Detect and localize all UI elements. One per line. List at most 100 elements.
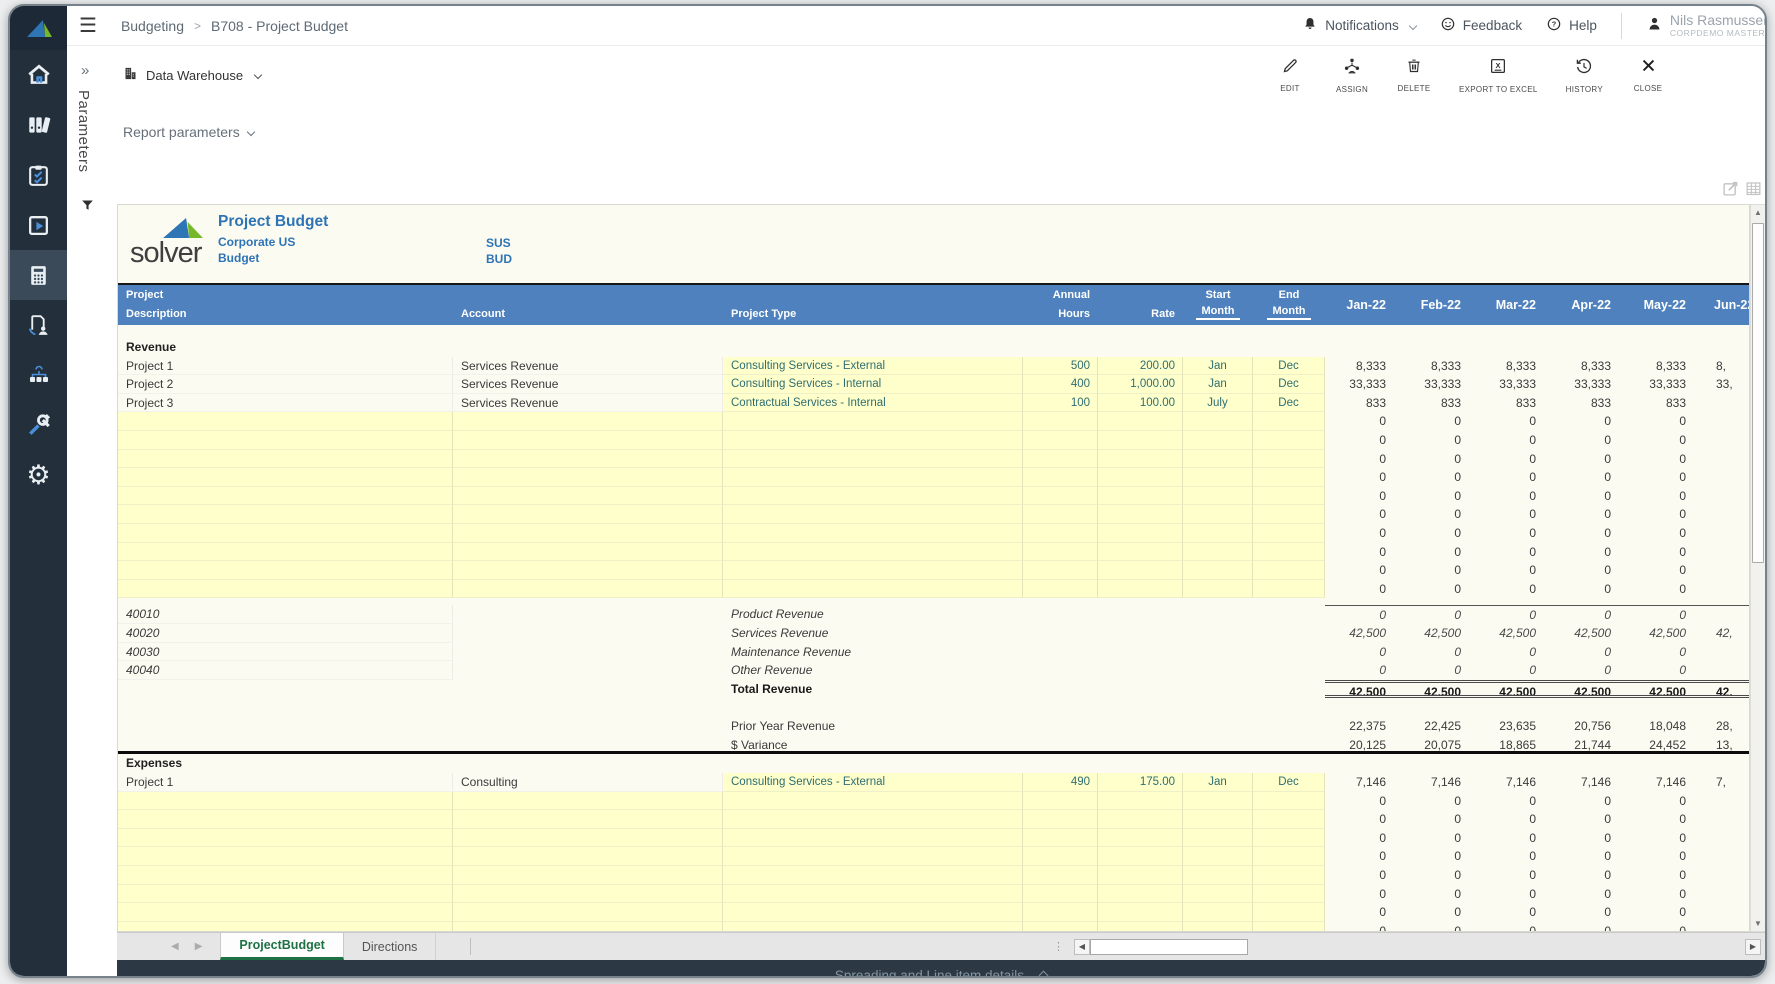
cell-account[interactable] (453, 903, 723, 922)
cell-end-month[interactable] (1253, 505, 1325, 524)
cell-annual-hours[interactable] (1023, 829, 1098, 848)
cell-account[interactable] (453, 431, 723, 450)
cell-rate[interactable]: 1,000.00 (1098, 375, 1183, 394)
cell-start-month[interactable] (1183, 412, 1253, 431)
cell-rate[interactable] (1098, 792, 1183, 811)
cell-rate[interactable] (1098, 487, 1183, 506)
filter-icon[interactable] (80, 198, 95, 218)
cell-end-month[interactable] (1253, 829, 1325, 848)
cell-project-type[interactable]: Consulting Services - External (723, 357, 1023, 376)
cell-account[interactable] (453, 468, 723, 487)
cell-rate[interactable]: 175.00 (1098, 773, 1183, 792)
cell-start-month[interactable] (1183, 468, 1253, 487)
cell-annual-hours[interactable] (1023, 468, 1098, 487)
cell-description[interactable] (118, 561, 453, 580)
cell-start-month[interactable] (1183, 431, 1253, 450)
sidebar-item-settings[interactable]: ⚙ (10, 450, 67, 500)
cell-description[interactable] (118, 487, 453, 506)
cell-project-type[interactable] (723, 543, 1023, 562)
cell-end-month[interactable] (1253, 487, 1325, 506)
edit-button[interactable]: EDIT (1273, 57, 1307, 93)
cell-account[interactable] (453, 792, 723, 811)
cell-rate[interactable] (1098, 468, 1183, 487)
scroll-up-icon[interactable]: ▲ (1751, 205, 1765, 220)
cell-project-type[interactable] (723, 487, 1023, 506)
sidebar-item-reports[interactable] (10, 200, 67, 250)
app-logo[interactable] (10, 6, 67, 50)
cell-end-month[interactable] (1253, 866, 1325, 885)
report-parameters-toggle[interactable]: Report parameters (123, 124, 254, 140)
cell-project-type[interactable] (723, 847, 1023, 866)
cell-end-month[interactable]: Dec (1253, 357, 1325, 376)
horizontal-scrollbar[interactable]: ⋮ ◀ ▶ (1053, 933, 1765, 960)
cell-end-month[interactable] (1253, 903, 1325, 922)
cell-rate[interactable] (1098, 829, 1183, 848)
cell-project-type[interactable] (723, 580, 1023, 599)
cell-end-month[interactable] (1253, 561, 1325, 580)
vertical-scroll-thumb[interactable] (1752, 223, 1764, 563)
cell-start-month[interactable] (1183, 866, 1253, 885)
cell-project-type[interactable] (723, 829, 1023, 848)
cell-description[interactable] (118, 885, 453, 904)
cell-description[interactable] (118, 866, 453, 885)
cell-rate[interactable] (1098, 810, 1183, 829)
cell-annual-hours[interactable] (1023, 450, 1098, 469)
cell-rate[interactable]: 100.00 (1098, 394, 1183, 413)
scroll-down-icon[interactable]: ▼ (1751, 916, 1765, 931)
cell-project-type[interactable] (723, 450, 1023, 469)
cell-end-month[interactable] (1253, 922, 1325, 932)
cell-description[interactable] (118, 468, 453, 487)
cell-annual-hours[interactable]: 500 (1023, 357, 1098, 376)
scroll-right-icon[interactable]: ▶ (1745, 939, 1761, 955)
cell-description[interactable] (118, 829, 453, 848)
cell-start-month[interactable] (1183, 922, 1253, 932)
user-menu[interactable]: Nils Rasmussen CorpDemo Master (1646, 13, 1767, 38)
cell-project-type[interactable] (723, 810, 1023, 829)
cell-annual-hours[interactable]: 100 (1023, 394, 1098, 413)
cell-end-month[interactable] (1253, 412, 1325, 431)
cell-account[interactable] (453, 580, 723, 599)
tab-projectbudget[interactable]: ProjectBudget (220, 933, 343, 960)
horizontal-scroll-thumb[interactable] (1090, 939, 1248, 955)
cell-start-month[interactable] (1183, 450, 1253, 469)
cell-rate[interactable] (1098, 885, 1183, 904)
cell-end-month[interactable] (1253, 847, 1325, 866)
cell-description[interactable] (118, 450, 453, 469)
cell-rate[interactable] (1098, 847, 1183, 866)
tabs-prev-icon[interactable]: ◀ (171, 941, 179, 952)
close-button[interactable]: CLOSE (1631, 57, 1665, 93)
cell-rate[interactable] (1098, 431, 1183, 450)
cell-end-month[interactable]: Dec (1253, 394, 1325, 413)
cell-description[interactable] (118, 505, 453, 524)
cell-rate[interactable] (1098, 524, 1183, 543)
cell-rate[interactable] (1098, 412, 1183, 431)
export-excel-button[interactable]: XEXPORT TO EXCEL (1459, 57, 1538, 94)
cell-annual-hours[interactable] (1023, 487, 1098, 506)
cell-rate[interactable] (1098, 450, 1183, 469)
cell-account[interactable] (453, 810, 723, 829)
cell-annual-hours[interactable]: 400 (1023, 375, 1098, 394)
cell-end-month[interactable] (1253, 524, 1325, 543)
cell-annual-hours[interactable] (1023, 885, 1098, 904)
cell-description[interactable] (118, 810, 453, 829)
cell-start-month[interactable]: Jan (1183, 357, 1253, 376)
scroll-left-icon[interactable]: ◀ (1074, 939, 1090, 955)
cell-annual-hours[interactable] (1023, 431, 1098, 450)
history-button[interactable]: HISTORY (1566, 57, 1603, 94)
cell-annual-hours[interactable] (1023, 847, 1098, 866)
cell-start-month[interactable]: Jan (1183, 773, 1253, 792)
cell-rate[interactable] (1098, 580, 1183, 599)
cell-annual-hours[interactable] (1023, 580, 1098, 599)
cell-description[interactable] (118, 412, 453, 431)
sidebar-item-assignments[interactable] (10, 300, 67, 350)
cell-account[interactable] (453, 866, 723, 885)
breadcrumb-budgeting[interactable]: Budgeting (121, 18, 184, 34)
cell-account[interactable] (453, 505, 723, 524)
cell-start-month[interactable] (1183, 903, 1253, 922)
cell-rate[interactable]: 200.00 (1098, 357, 1183, 376)
cell-project-type[interactable]: Consulting Services - Internal (723, 375, 1023, 394)
cell-end-month[interactable] (1253, 792, 1325, 811)
spreading-drawer-toggle[interactable]: Spreading and Line item details (117, 960, 1765, 978)
cell-project-type[interactable] (723, 903, 1023, 922)
hamburger-menu-icon[interactable]: ☰ (79, 16, 97, 36)
